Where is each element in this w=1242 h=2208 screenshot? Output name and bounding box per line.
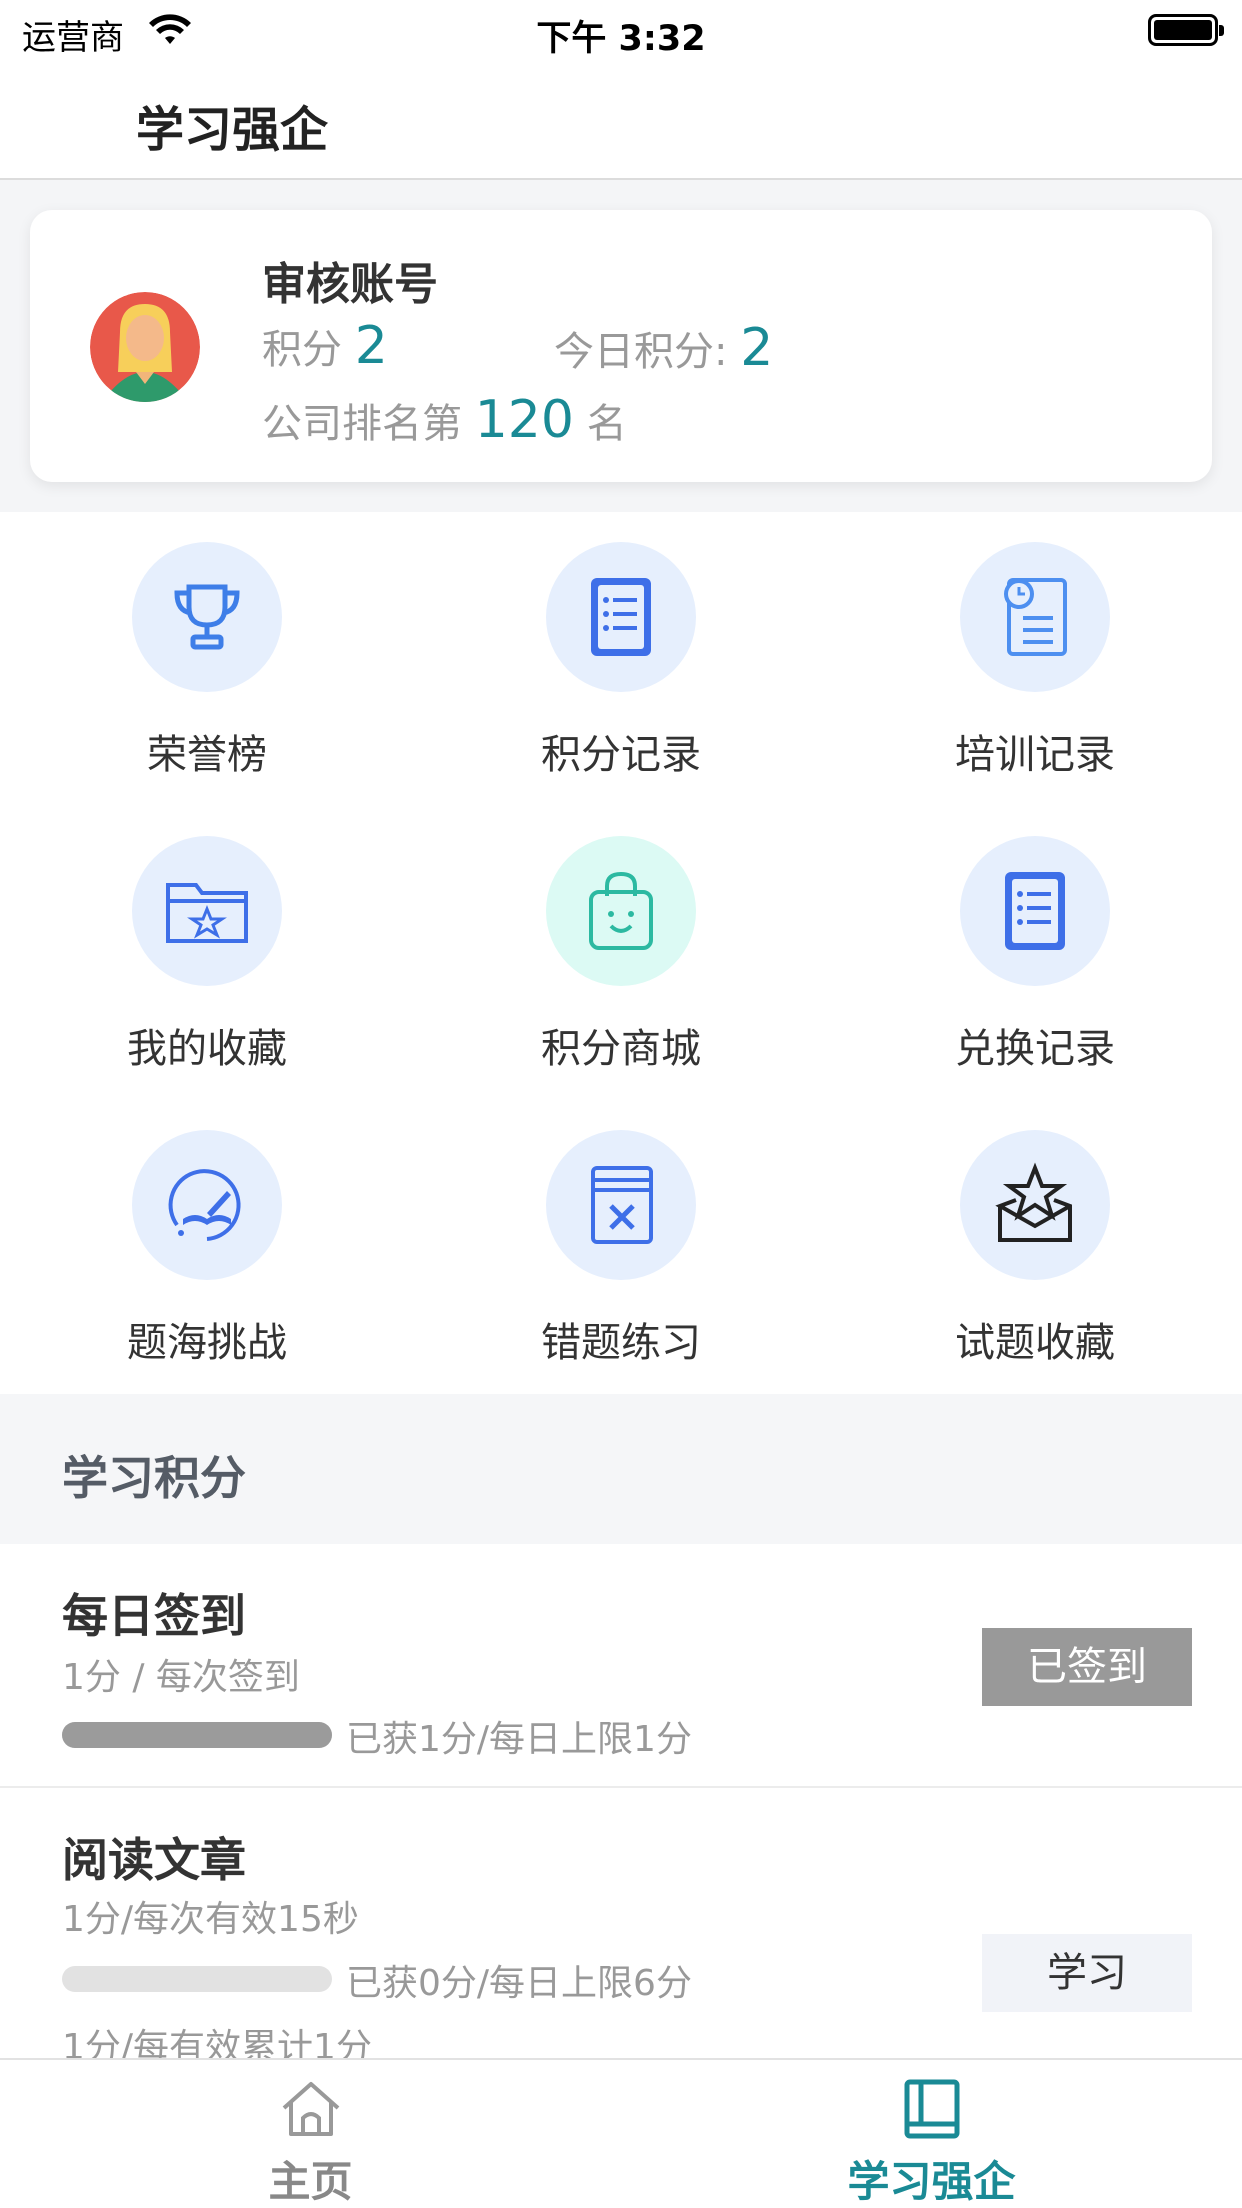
- grid-label: 培训记录: [955, 732, 1115, 778]
- shopping-bag-icon: [589, 871, 653, 950]
- trophy-icon: [174, 584, 240, 650]
- tab-label: 学习强企: [847, 2157, 1016, 2206]
- nav-bar: 学习强企: [0, 62, 1242, 180]
- task-progress-bar: [62, 1966, 332, 1992]
- grid-item-training-record[interactable]: 培训记录: [828, 512, 1242, 806]
- account-name: 审核账号: [262, 259, 438, 310]
- task-title: 每日签到: [62, 1589, 246, 1643]
- grid-item-points-mall[interactable]: 积分商城: [414, 806, 828, 1100]
- list-document-icon: [591, 578, 651, 656]
- checked-in-button[interactable]: 已签到: [982, 1628, 1192, 1706]
- feature-grid: 荣誉榜 积分记录 培训记录 我的收藏 积分商城 兑换记录 题海挑战 错题练习 试…: [0, 512, 1242, 1394]
- rank-row: 公司排名第 120 名: [262, 390, 627, 450]
- section-title: 学习积分: [62, 1451, 246, 1505]
- home-icon: [282, 2082, 340, 2136]
- status-bar: 运营商 下午 3:32: [0, 0, 1242, 62]
- book-pen-icon: [168, 1169, 241, 1241]
- task-progress-fill: [62, 1722, 332, 1748]
- grid-label: 题海挑战: [127, 1320, 287, 1366]
- points-value: 2: [354, 316, 388, 376]
- clock-document-icon: [1004, 578, 1067, 656]
- grid-item-honor[interactable]: 荣誉榜: [0, 512, 414, 806]
- task-desc: 1分 / 每次签到: [62, 1657, 300, 1698]
- task-progress-text: 已获1分/每日上限1分: [346, 1719, 692, 1760]
- rank-value: 120: [474, 390, 574, 450]
- points-label: 积分: [262, 327, 342, 373]
- avatar-icon: [90, 292, 200, 402]
- task-progress-text: 已获0分/每日上限6分: [346, 1963, 692, 2004]
- profile-area: 审核账号 积分 2 今日积分: 2 公司排名第 120 名: [0, 180, 1242, 512]
- rank-suffix: 名: [586, 401, 627, 447]
- today-points-value: 2: [740, 318, 774, 378]
- list-document-icon: [1005, 872, 1065, 950]
- grid-item-my-favorites[interactable]: 我的收藏: [0, 806, 414, 1100]
- today-points-label: 今日积分:: [554, 329, 728, 375]
- points-row: 积分 2 今日积分: 2: [262, 316, 773, 378]
- task-progress-bar: [62, 1722, 332, 1748]
- profile-card[interactable]: 审核账号 积分 2 今日积分: 2 公司排名第 120 名: [30, 210, 1212, 482]
- grid-label: 积分商城: [541, 1026, 701, 1072]
- grid-label: 荣誉榜: [147, 732, 267, 778]
- grid-item-question-favorites[interactable]: 试题收藏: [828, 1100, 1242, 1394]
- star-folder-icon: [166, 883, 248, 943]
- task-desc: 1分/每次有效15秒: [62, 1899, 359, 1940]
- grid-label: 试题收藏: [955, 1320, 1115, 1366]
- tab-study[interactable]: 学习强企: [621, 2060, 1242, 2208]
- grid-item-points-record[interactable]: 积分记录: [414, 512, 828, 806]
- task-read-article: 阅读文章 1分/每次有效15秒 已获0分/每日上限6分 1分/每有效累计1分 学…: [0, 1788, 1242, 2068]
- star-tray-icon: [995, 1162, 1072, 1242]
- page-title: 学习强企: [136, 102, 329, 158]
- tab-label: 主页: [268, 2157, 353, 2206]
- study-button[interactable]: 学习: [982, 1934, 1192, 2012]
- grid-label: 兑换记录: [955, 1026, 1115, 1072]
- battery-icon: [1148, 14, 1224, 46]
- grid-label: 错题练习: [541, 1320, 701, 1366]
- grid-item-wrong-practice[interactable]: 错题练习: [414, 1100, 828, 1394]
- book-icon: [904, 2079, 960, 2139]
- grid-label: 积分记录: [541, 732, 701, 778]
- rank-prefix: 公司排名第: [262, 401, 462, 447]
- tab-bar: 主页 学习强企: [0, 2058, 1242, 2208]
- task-daily-checkin: 每日签到 1分 / 每次签到 已获1分/每日上限1分 已签到: [0, 1544, 1242, 1788]
- grid-item-exchange-record[interactable]: 兑换记录: [828, 806, 1242, 1100]
- grid-label: 我的收藏: [127, 1026, 287, 1072]
- wrong-book-icon: [591, 1166, 653, 1244]
- tab-home[interactable]: 主页: [0, 2060, 621, 2208]
- status-time: 下午 3:32: [536, 19, 706, 59]
- section-header: 学习积分: [0, 1394, 1242, 1544]
- grid-item-question-challenge[interactable]: 题海挑战: [0, 1100, 414, 1394]
- task-title: 阅读文章: [62, 1833, 246, 1887]
